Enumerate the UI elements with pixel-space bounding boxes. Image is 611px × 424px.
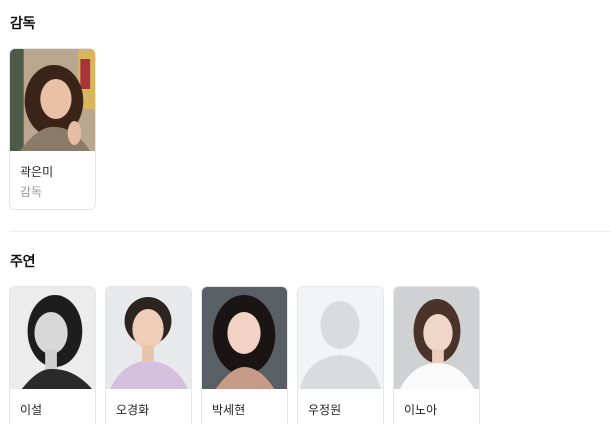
cast-name: 이설 <box>20 403 43 417</box>
cast-photo <box>10 287 95 389</box>
cast-photo <box>106 287 191 389</box>
cast-photo <box>202 287 287 389</box>
cast-card[interactable]: 이설 <box>9 286 96 424</box>
cast-name: 이노아 <box>404 403 438 417</box>
cast-portrait-image <box>106 287 191 389</box>
cast-name: 박세현 <box>212 403 246 417</box>
cast-section-title: 주연 <box>10 254 36 270</box>
director-card[interactable]: 곽은미 감독 <box>9 48 96 210</box>
section-divider <box>10 231 611 232</box>
cast-photo <box>394 287 479 389</box>
cast-card[interactable]: 박세현 <box>201 286 288 424</box>
cast-name: 우정원 <box>308 403 342 417</box>
director-role: 감독 <box>20 185 43 199</box>
cast-card[interactable]: 우정원 <box>297 286 384 424</box>
cast-photo <box>298 287 383 389</box>
director-name: 곽은미 <box>20 165 54 179</box>
cast-name: 오경화 <box>116 403 150 417</box>
cast-card[interactable]: 이노아 <box>393 286 480 424</box>
cast-portrait-image <box>202 287 287 389</box>
director-photo <box>10 49 95 151</box>
director-portrait-image <box>10 49 95 151</box>
cast-card[interactable]: 오경화 <box>105 286 192 424</box>
cast-portrait-image <box>10 287 95 389</box>
cast-portrait-image <box>394 287 479 389</box>
placeholder-avatar-icon <box>298 287 383 389</box>
director-section-title: 감독 <box>10 16 36 32</box>
